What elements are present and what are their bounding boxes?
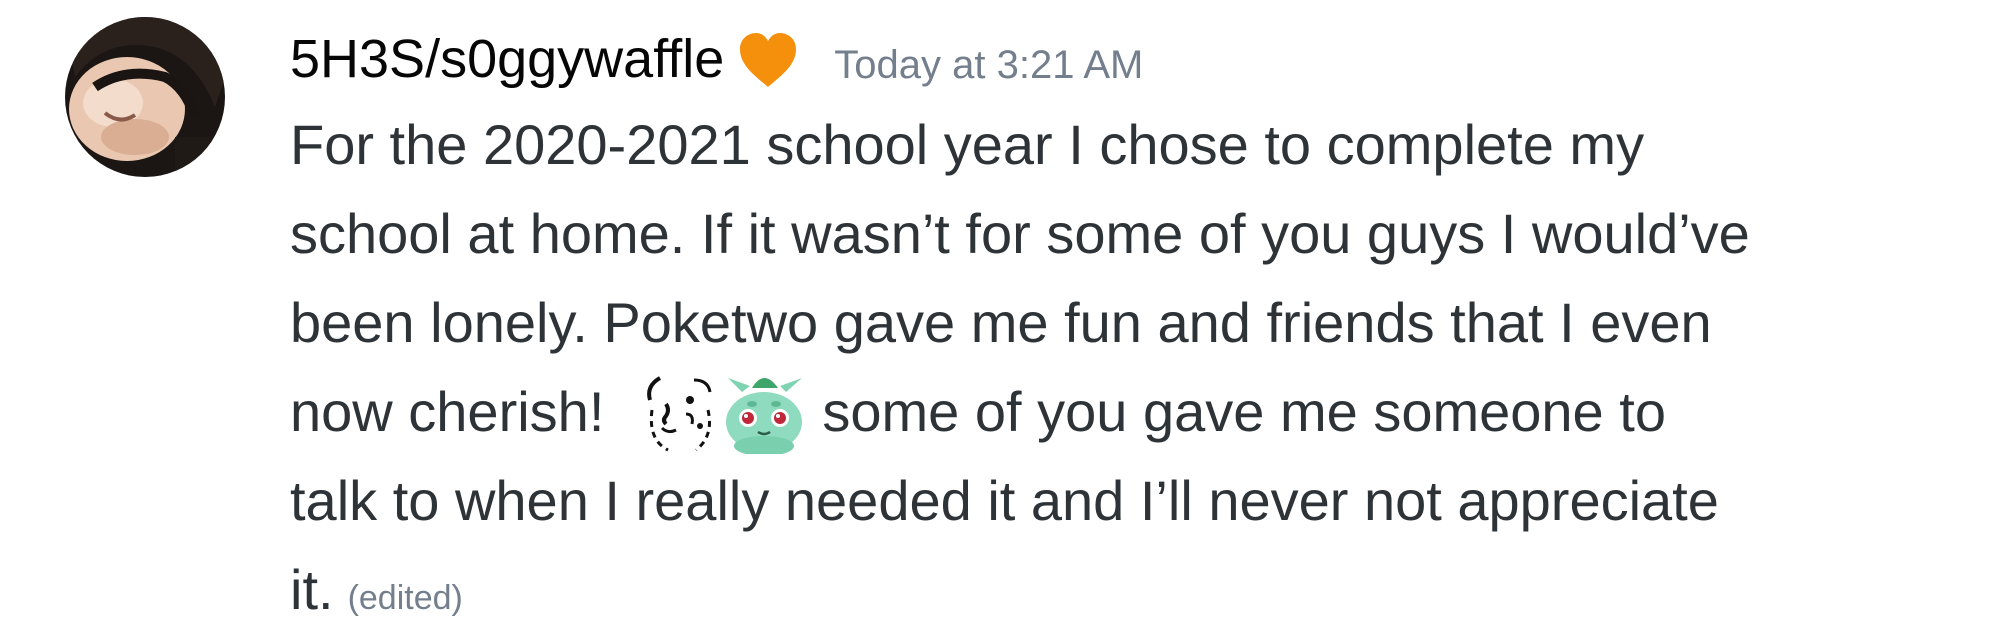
sparkle-face-emoji-icon[interactable] bbox=[638, 370, 722, 454]
message-text: some of you gave me someone to bbox=[822, 380, 1666, 443]
message-text: now cherish! bbox=[290, 380, 605, 443]
message-timestamp[interactable]: Today at 3:21 AM bbox=[834, 43, 1143, 88]
message-text: it. bbox=[290, 558, 334, 621]
author-username[interactable]: 5H3S/s0ggywaffle bbox=[290, 28, 724, 90]
message-line-last: it. (edited) bbox=[290, 545, 1970, 634]
author-avatar[interactable] bbox=[65, 17, 225, 177]
message-line: been lonely. Poketwo gave me fun and fri… bbox=[290, 291, 1712, 354]
message-line: talk to when I really needed it and I’ll… bbox=[290, 469, 1719, 532]
message-line-with-emojis: now cherish! some of you gave me someone… bbox=[290, 367, 1970, 456]
message-body: For the 2020-2021 school year I chose to… bbox=[290, 100, 1970, 634]
edited-label: (edited) bbox=[347, 579, 463, 617]
message-header: 5H3S/s0ggywaffle Today at 3:21 AM bbox=[290, 14, 1143, 104]
chat-message: 5H3S/s0ggywaffle Today at 3:21 AM For th… bbox=[0, 0, 2000, 632]
message-line: school at home. If it wasn’t for some of… bbox=[290, 202, 1750, 265]
crying-bulbasaur-emoji-icon[interactable] bbox=[722, 370, 806, 455]
orange-heart-icon bbox=[736, 29, 800, 93]
message-line: For the 2020-2021 school year I chose to… bbox=[290, 113, 1645, 176]
